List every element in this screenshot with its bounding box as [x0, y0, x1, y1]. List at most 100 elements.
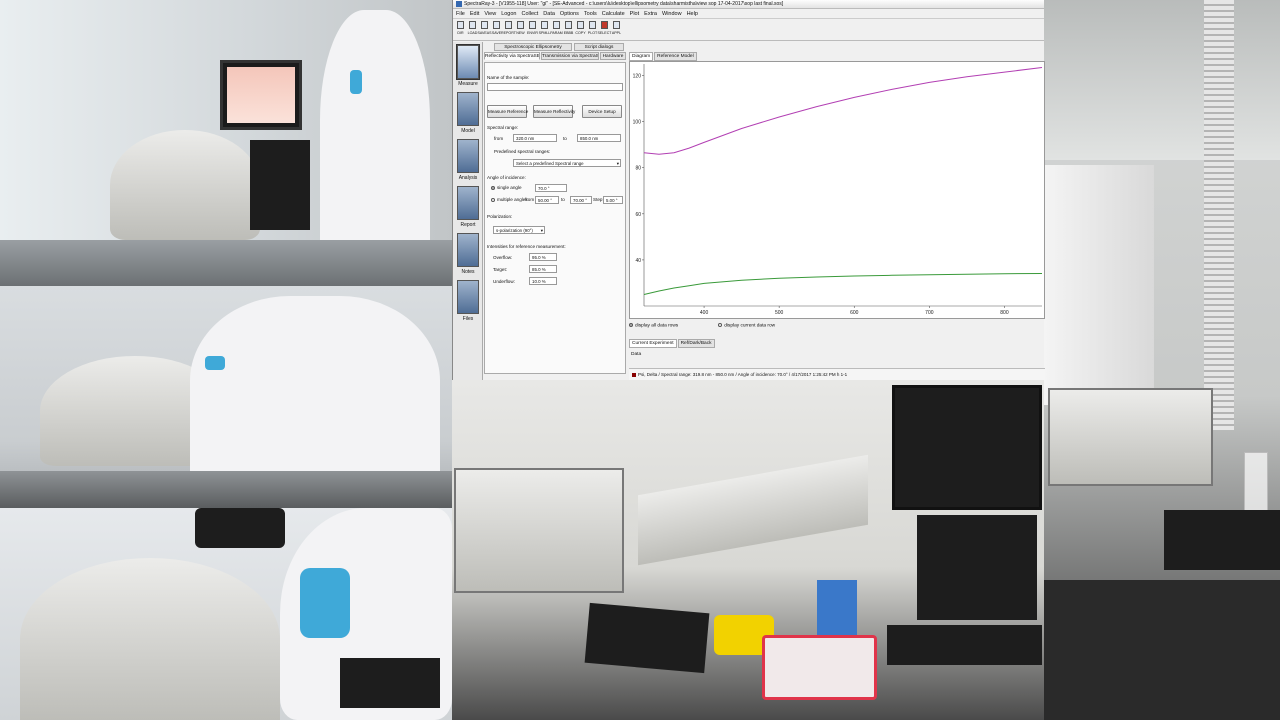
- multi-to-field[interactable]: 70.00 °: [570, 196, 592, 204]
- angle-label: Angle of incidence:: [487, 175, 526, 180]
- predefined-range-value: Select a predefined Spectral range: [516, 161, 584, 166]
- polarization-select[interactable]: s-polarization (90°) ▾: [493, 226, 545, 234]
- underflow-field[interactable]: 10.0 %: [529, 277, 557, 285]
- menu-plot[interactable]: Plot: [630, 11, 639, 17]
- radio-unselected-icon: [718, 322, 723, 327]
- x-tick-label: 400: [700, 310, 709, 316]
- device-setup-button[interactable]: Device Setup: [582, 105, 622, 118]
- menu-extra[interactable]: Extra: [644, 11, 657, 17]
- radio-unselected-icon: [491, 197, 495, 202]
- chemical-bottle: [1244, 452, 1268, 512]
- toolbar-button-spmll[interactable]: SPMLL: [539, 21, 550, 35]
- menu-edit[interactable]: Edit: [470, 11, 479, 17]
- toolbar-button-copy[interactable]: COPY: [575, 21, 586, 35]
- range-from-field[interactable]: 320.0 nm: [513, 134, 557, 142]
- display-current-row-label: display current data row: [724, 323, 776, 329]
- window-title: SpectraRay-3 - [V1955-118] User: "gi" - …: [464, 1, 784, 7]
- toolbar-button-saveas[interactable]: SAVEAS: [477, 21, 492, 35]
- sidebar-item-notes[interactable]: Notes: [455, 233, 481, 275]
- goniometer-closeup: [20, 558, 280, 720]
- display-all-rows-option[interactable]: display all data rows: [629, 322, 678, 328]
- report-icon: [505, 21, 512, 29]
- sidebar-item-measure[interactable]: Measure: [455, 44, 481, 87]
- tab-script-dialogs[interactable]: Script dialogs: [574, 43, 624, 51]
- y-tick-label: 40: [635, 258, 641, 264]
- single-angle-field[interactable]: 70.0 °: [535, 184, 567, 192]
- toolbar-button-dir[interactable]: DIR: [455, 21, 466, 35]
- toolbar-button-ebbb[interactable]: EBBB: [563, 21, 574, 35]
- sidebar-item-report[interactable]: Report: [455, 186, 481, 228]
- menu-collect[interactable]: Collect: [521, 11, 538, 17]
- measure-reference-button[interactable]: Measure Reference: [487, 105, 528, 118]
- sidebar-item-files[interactable]: Files: [455, 280, 481, 322]
- toolbar-button-load[interactable]: LOAD: [467, 21, 478, 35]
- x-tick-label: 700: [925, 310, 934, 316]
- sidebar-item-label: Files: [462, 316, 474, 322]
- tab-transmission[interactable]: Transmission via SpectraSB: [541, 52, 599, 60]
- target-field[interactable]: 85.0 %: [529, 265, 557, 273]
- spectral-range-label: Spectral range:: [487, 125, 519, 130]
- toolbar-label: NEW: [516, 31, 525, 35]
- files-icon: [457, 280, 479, 314]
- menu-options[interactable]: Options: [560, 11, 579, 17]
- bench: [0, 471, 452, 508]
- sample-name-field[interactable]: [487, 83, 623, 91]
- multi-from-field[interactable]: 50.00 °: [535, 196, 559, 204]
- chevron-down-icon: ▾: [616, 161, 619, 166]
- report-icon: [457, 186, 479, 220]
- bench: [0, 240, 452, 286]
- face-mask: [300, 568, 350, 638]
- microscope-eyepiece: [195, 508, 285, 548]
- menu-window[interactable]: Window: [662, 11, 682, 17]
- photo-operator-aligning-sample: [0, 286, 452, 508]
- display-current-row-option[interactable]: display current data row: [718, 322, 776, 329]
- toolbar-label: COPY: [575, 31, 586, 35]
- toolbar-button-select[interactable]: SELECT: [598, 21, 612, 35]
- toolbar-button-appl[interactable]: APPL: [611, 21, 622, 35]
- tab-hardware[interactable]: Hardware: [600, 52, 626, 60]
- menu-data[interactable]: Data: [543, 11, 555, 17]
- menu-help[interactable]: Help: [687, 11, 698, 17]
- menu-tools[interactable]: Tools: [584, 11, 597, 17]
- tab-reflectivity[interactable]: Reflectivity via SpectraSB: [484, 52, 540, 60]
- tab-ref-dark-back[interactable]: Ref/Dark/Back: [677, 339, 715, 348]
- menu-calculate[interactable]: Calculate: [602, 11, 625, 17]
- menu-bar: File Edit View Logon Collect Data Options Tools…: [453, 9, 1044, 19]
- tab-spectroscopic-ellipsometry[interactable]: Spectroscopic Ellipsometry: [494, 43, 572, 51]
- toolbar-label: REPORT: [501, 31, 516, 35]
- radio-selected-icon: [491, 185, 495, 190]
- tab-diagram[interactable]: Diagram: [629, 52, 654, 61]
- select-icon: [601, 21, 608, 29]
- single-angle-option[interactable]: single angle: [491, 185, 522, 190]
- tab-current-experiment[interactable]: Current Experiment: [629, 339, 677, 348]
- predefined-range-select[interactable]: Select a predefined Spectral range ▾: [513, 159, 621, 167]
- new-icon: [517, 21, 524, 29]
- multiple-angles-option[interactable]: multiple angles: [491, 197, 528, 202]
- toolbar-button-param[interactable]: PARAM: [550, 21, 563, 35]
- sidebar-item-model[interactable]: Model: [455, 92, 481, 134]
- overflow-field[interactable]: 95.0 %: [529, 253, 557, 261]
- toolbar-label: EBBB: [563, 31, 574, 35]
- multi-to-label: to: [561, 197, 565, 202]
- psi-delta-chart[interactable]: 40 60 80 100 120 400 500 600 700 800: [629, 61, 1045, 319]
- flexible-duct: [1204, 0, 1234, 430]
- sidebar-item-analysis[interactable]: Analysis: [455, 139, 481, 181]
- menu-view[interactable]: View: [484, 11, 496, 17]
- step-field[interactable]: 5.00 °: [603, 196, 623, 204]
- sidebar-item-label: Report: [460, 222, 476, 228]
- tab-reference-model[interactable]: Reference Model: [654, 52, 697, 61]
- menu-file[interactable]: File: [456, 11, 465, 17]
- x-tick-label: 500: [775, 310, 784, 316]
- toolbar-button-new[interactable]: NEW: [515, 21, 526, 35]
- y-tick-label: 100: [633, 120, 642, 126]
- status-bar: Psi, Delta / Spectral range: 319.8 nm - …: [629, 368, 1045, 380]
- x-tick-label: 600: [850, 310, 859, 316]
- range-to-field[interactable]: 850.0 nm: [577, 134, 621, 142]
- menu-logon[interactable]: Logon: [501, 11, 516, 17]
- toolbar-button-plot[interactable]: PLOT: [587, 21, 598, 35]
- toolbar-button-envir[interactable]: ENVIR: [527, 21, 538, 35]
- polarization-value: s-polarization (90°): [496, 228, 533, 233]
- measure-reflectivity-button[interactable]: Measure Reflectivity: [533, 105, 575, 118]
- toolbar-button-report[interactable]: REPORT: [501, 21, 516, 35]
- ebbb-icon: [565, 21, 572, 29]
